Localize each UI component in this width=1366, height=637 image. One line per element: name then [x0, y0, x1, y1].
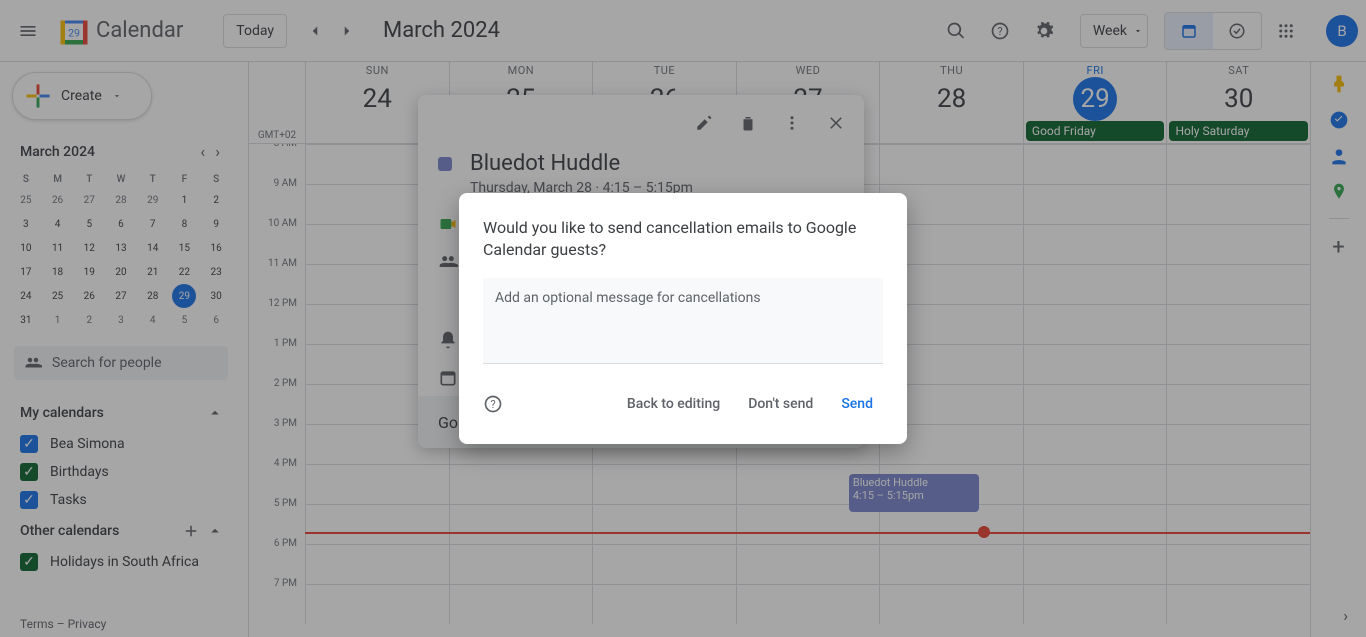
- send-button[interactable]: Send: [831, 388, 883, 420]
- svg-text:?: ?: [490, 398, 495, 411]
- dialog-title: Would you like to send cancellation emai…: [483, 217, 883, 262]
- dialog-help-button[interactable]: ?: [483, 394, 503, 414]
- back-to-editing-button[interactable]: Back to editing: [617, 388, 730, 420]
- cancellation-dialog: Would you like to send cancellation emai…: [459, 193, 907, 444]
- help-icon: ?: [483, 394, 503, 414]
- dont-send-button[interactable]: Don't send: [738, 388, 823, 420]
- cancellation-message-input[interactable]: [483, 278, 883, 364]
